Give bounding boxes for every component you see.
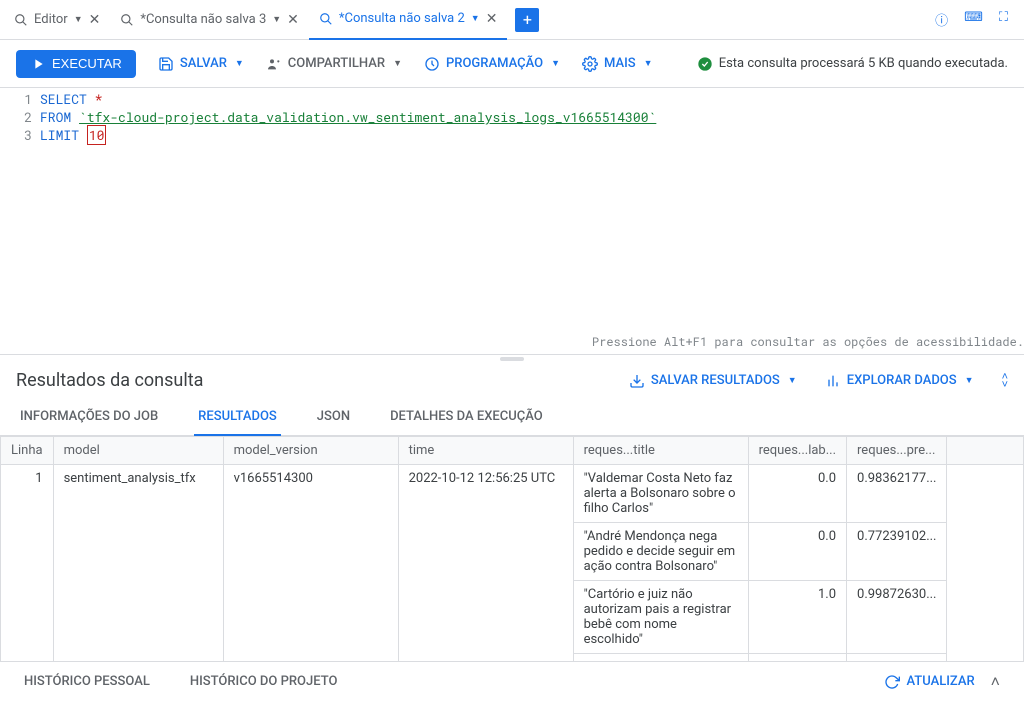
close-icon[interactable]: ✕ (486, 11, 498, 27)
col-model-version[interactable]: model_version (223, 437, 398, 465)
cell-lab: 0.0 (748, 654, 846, 662)
table-row: 1 sentiment_analysis_tfx v1665514300 202… (1, 465, 1024, 523)
col-spacer (947, 437, 1024, 465)
chevron-down-icon: ▼ (74, 14, 83, 25)
fullscreen-icon[interactable]: ⛶ (999, 10, 1008, 29)
table-header-row: Linha model model_version time reques...… (1, 437, 1024, 465)
chevron-up-icon[interactable]: ˄ (991, 672, 1000, 692)
col-pre[interactable]: reques...pre... (847, 437, 947, 465)
tab-label: *Consulta não salva 2 (339, 11, 465, 26)
a11y-hint: Pressione Alt+F1 para consultar as opçõe… (592, 334, 1024, 350)
play-icon (30, 56, 46, 72)
clock-icon (424, 56, 440, 72)
expand-collapse-icon[interactable]: ˄˅ (1002, 373, 1008, 389)
col-title[interactable]: reques...title (573, 437, 748, 465)
save-icon (158, 56, 174, 72)
tab-label: *Consulta não salva 3 (140, 12, 266, 27)
cell-model: sentiment_analysis_tfx (53, 465, 223, 662)
close-icon[interactable]: ✕ (89, 12, 101, 28)
project-history-button[interactable]: HISTÓRICO DO PROJETO (190, 674, 338, 689)
results-table: Linha model model_version time reques...… (0, 436, 1024, 661)
tab-results[interactable]: RESULTADOS (194, 399, 281, 436)
run-button[interactable]: EXECUTAR (16, 50, 136, 78)
col-model[interactable]: model (53, 437, 223, 465)
share-label: COMPARTILHAR (288, 56, 385, 71)
magnify-icon (120, 13, 134, 27)
tab-bar: Editor ▼ ✕ *Consulta não salva 3 ▼ ✕ *Co… (0, 0, 1024, 40)
chevron-down-icon: ▼ (471, 13, 480, 24)
cell-pre: 0.77239102... (847, 523, 947, 581)
check-circle-icon (697, 56, 713, 72)
cell-pre: 0.99872630... (847, 581, 947, 654)
chevron-down-icon: ▼ (272, 14, 281, 25)
chevron-down-icon: ▼ (235, 58, 244, 69)
chevron-down-icon: ▼ (788, 375, 797, 386)
col-linha[interactable]: Linha (1, 437, 54, 465)
sql-editor[interactable]: 1 2 3 SELECT * FROM `tfx-cloud-project.d… (0, 88, 1024, 354)
gear-icon (582, 56, 598, 72)
cell-title: "Cartório e juiz não autorizam pais a re… (573, 581, 748, 654)
share-icon (266, 56, 282, 72)
cell-time: 2022-10-12 12:56:25 UTC (398, 465, 573, 662)
chevron-down-icon: ▼ (965, 375, 974, 386)
refresh-button[interactable]: ATUALIZAR (884, 674, 974, 690)
tab-consulta-3[interactable]: *Consulta não salva 3 ▼ ✕ (110, 0, 309, 40)
code-area[interactable]: SELECT * FROM `tfx-cloud-project.data_va… (40, 88, 1024, 354)
schedule-label: PROGRAMAÇÃO (446, 56, 543, 71)
col-lab[interactable]: reques...lab... (748, 437, 846, 465)
info-icon[interactable]: ⓘ (935, 10, 948, 29)
cell-model-version: v1665514300 (223, 465, 398, 662)
personal-history-button[interactable]: HISTÓRICO PESSOAL (24, 674, 150, 689)
chevron-down-icon: ▼ (551, 58, 560, 69)
save-button[interactable]: SALVAR ▼ (158, 56, 244, 72)
tab-job-info[interactable]: INFORMAÇÕES DO JOB (16, 399, 162, 435)
schedule-button[interactable]: PROGRAMAÇÃO ▼ (424, 56, 560, 72)
chart-icon (825, 373, 841, 389)
download-icon (629, 373, 645, 389)
cell-title: "André Mendonça nega pedido e decide seg… (573, 523, 748, 581)
add-tab-button[interactable]: + (515, 8, 539, 32)
cell-pre: 0.98500752... (847, 654, 947, 662)
results-tabs: INFORMAÇÕES DO JOB RESULTADOS JSON DETAL… (0, 399, 1024, 436)
share-button[interactable]: COMPARTILHAR ▼ (266, 56, 402, 72)
tab-json[interactable]: JSON (313, 399, 354, 435)
cell-title: "Valdemar Costa Neto faz alerta a Bolson… (573, 465, 748, 523)
tab-exec-details[interactable]: DETALHES DA EXECUÇÃO (386, 399, 547, 435)
tab-editor[interactable]: Editor ▼ ✕ (4, 0, 110, 40)
chevron-down-icon: ▼ (644, 58, 653, 69)
save-label: SALVAR (180, 56, 227, 71)
magnify-icon (14, 13, 28, 27)
cell-linha: 1 (1, 465, 54, 662)
status-text: Esta consulta processará 5 KB quando exe… (719, 56, 1008, 71)
more-button[interactable]: MAIS ▼ (582, 56, 653, 72)
cell-title: "Veja cláusulas absurdas que Globo queri… (573, 654, 748, 662)
line-gutter: 1 2 3 (0, 88, 40, 354)
close-icon[interactable]: ✕ (287, 12, 299, 28)
results-grid[interactable]: Linha model model_version time reques...… (0, 436, 1024, 661)
results-header: Resultados da consulta SALVAR RESULTADOS… (0, 362, 1024, 399)
footer: HISTÓRICO PESSOAL HISTÓRICO DO PROJETO A… (0, 661, 1024, 701)
toolbar: EXECUTAR SALVAR ▼ COMPARTILHAR ▼ PROGRAM… (0, 40, 1024, 88)
col-time[interactable]: time (398, 437, 573, 465)
run-label: EXECUTAR (52, 56, 122, 71)
magnify-icon (319, 12, 333, 26)
query-status: Esta consulta processará 5 KB quando exe… (697, 56, 1008, 72)
cell-lab: 0.0 (748, 523, 846, 581)
splitter-handle[interactable] (0, 354, 1024, 362)
keyboard-icon[interactable]: ⌨ (964, 10, 983, 29)
cell-pre: 0.98362177... (847, 465, 947, 523)
cell-lab: 1.0 (748, 581, 846, 654)
results-title: Resultados da consulta (16, 370, 203, 391)
cell-lab: 0.0 (748, 465, 846, 523)
explore-data-button[interactable]: EXPLORAR DADOS ▼ (825, 373, 974, 389)
tab-consulta-2[interactable]: *Consulta não salva 2 ▼ ✕ (309, 0, 508, 40)
chevron-down-icon: ▼ (393, 58, 402, 69)
more-label: MAIS (604, 56, 636, 71)
refresh-icon (884, 674, 900, 690)
tab-label: Editor (34, 12, 68, 27)
save-results-button[interactable]: SALVAR RESULTADOS ▼ (629, 373, 797, 389)
